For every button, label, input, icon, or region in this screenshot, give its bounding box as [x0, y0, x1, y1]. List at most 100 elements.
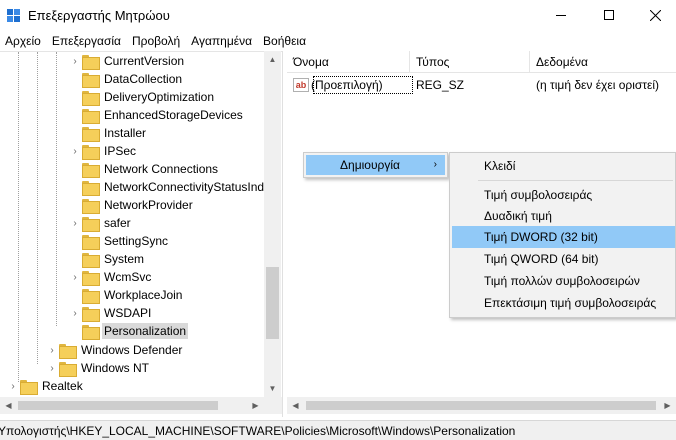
submenu-dword-value[interactable]: Τιμή DWORD (32 bit) — [452, 226, 675, 248]
folder-icon — [82, 198, 100, 214]
tree-guide — [18, 52, 19, 382]
column-type[interactable]: Τύπος — [410, 51, 530, 73]
registry-tree[interactable]: › CurrentVersion DataCollection Delivery… — [0, 51, 282, 417]
status-bar: Υπολογιστής\HKEY_LOCAL_MACHINE\SOFTWARE\… — [0, 420, 676, 440]
tree-item-label: safer — [104, 216, 131, 230]
folder-icon — [82, 216, 100, 232]
scroll-thumb[interactable] — [306, 401, 656, 410]
folder-icon — [82, 288, 100, 304]
value-name: (Προεπιλογή) — [311, 78, 383, 92]
chevron-right-icon[interactable]: › — [68, 142, 82, 160]
tree-item-windows-defender[interactable]: › Windows Defender — [45, 341, 184, 359]
tree-item-label: EnhancedStorageDevices — [104, 108, 243, 122]
tree-item-wcmsvc[interactable]: › WcmSvc — [68, 268, 153, 286]
list-horizontal-scrollbar[interactable]: ◀ ▶ — [287, 397, 676, 414]
menu-bar: Αρχείο Επεξεργασία Προβολή Αγαπημένα Βοή… — [0, 32, 676, 50]
submenu-label: Τιμή συμβολοσειράς — [484, 188, 593, 202]
tree-item-network-connections[interactable]: Network Connections — [68, 160, 220, 178]
tree-item-installer[interactable]: Installer — [68, 124, 148, 142]
close-icon — [649, 9, 661, 21]
tree-item-networkprovider[interactable]: NetworkProvider — [68, 196, 195, 214]
tree-item-label: Network Connections — [104, 162, 219, 176]
chevron-right-icon[interactable]: › — [68, 304, 82, 322]
list-item[interactable]: ab (Προεπιλογή) REG_SZ (η τιμή δεν έχει … — [287, 76, 676, 94]
submenu-expandable-string-value[interactable]: Επεκτάσιμη τιμή συμβολοσειράς — [452, 292, 675, 314]
folder-icon — [82, 144, 100, 160]
tree-vertical-scrollbar[interactable]: ▲ ▼ — [264, 51, 281, 397]
minimize-icon — [556, 14, 566, 16]
column-name[interactable]: Όνομα — [287, 51, 410, 73]
context-menu: Δημιουργία › — [303, 152, 448, 178]
close-button[interactable] — [632, 0, 676, 30]
tree-item-windows-nt[interactable]: › Windows NT — [45, 359, 151, 377]
scroll-left-icon[interactable]: ◀ — [287, 397, 304, 414]
scroll-right-icon[interactable]: ▶ — [247, 397, 264, 414]
tree-item-label: Personalization — [102, 323, 189, 339]
submenu-string-value[interactable]: Τιμή συμβολοσειράς — [452, 184, 675, 206]
tree-item-safer[interactable]: › safer — [68, 214, 133, 232]
submenu-key[interactable]: Κλειδί — [452, 155, 675, 177]
tree-item-datacollection[interactable]: DataCollection — [68, 70, 184, 88]
tree-item-label: NetworkProvider — [104, 198, 193, 212]
folder-icon — [20, 379, 38, 395]
scroll-thumb[interactable] — [266, 267, 279, 339]
tree-horizontal-scrollbar[interactable]: ◀ ▶ — [0, 397, 282, 414]
chevron-right-icon[interactable]: › — [45, 341, 59, 359]
tree-item-system[interactable]: System — [68, 250, 146, 268]
submenu-multi-string-value[interactable]: Τιμή πολλών συμβολοσειρών — [452, 270, 675, 292]
scroll-right-icon[interactable]: ▶ — [659, 397, 676, 414]
folder-icon — [82, 324, 100, 340]
folder-icon — [82, 234, 100, 250]
tree-item-realtek[interactable]: › Realtek — [6, 377, 85, 395]
chevron-right-icon[interactable]: › — [68, 214, 82, 232]
chevron-right-icon[interactable]: › — [68, 52, 82, 70]
maximize-button[interactable] — [586, 0, 632, 30]
context-menu-label: Δημιουργία — [340, 158, 400, 172]
tree-item-networkconnectivitystatus[interactable]: NetworkConnectivityStatusInd — [68, 178, 266, 196]
tree-guide — [56, 52, 57, 326]
menu-file[interactable]: Αρχείο — [0, 32, 47, 50]
menu-help[interactable]: Βοήθεια — [258, 32, 312, 50]
tree-item-settingsync[interactable]: SettingSync — [68, 232, 170, 250]
tree-item-currentversion[interactable]: › CurrentVersion — [68, 52, 186, 70]
title-bar: Επεξεργαστής Μητρώου — [0, 0, 676, 32]
tree-item-workplacejoin[interactable]: WorkplaceJoin — [68, 286, 184, 304]
scroll-down-icon[interactable]: ▼ — [264, 380, 281, 397]
scroll-left-icon[interactable]: ◀ — [0, 397, 17, 414]
tree-item-label: DataCollection — [104, 72, 183, 86]
submenu-binary-value[interactable]: Δυαδική τιμή — [452, 205, 675, 227]
menu-favorites[interactable]: Αγαπημένα — [186, 32, 258, 50]
tree-item-personalization[interactable]: Personalization — [68, 322, 189, 340]
folder-icon — [82, 126, 100, 142]
tree-item-label: System — [104, 252, 145, 266]
folder-icon — [82, 252, 100, 268]
submenu-label: Κλειδί — [484, 159, 516, 173]
chevron-right-icon[interactable]: › — [6, 377, 20, 395]
submenu-qword-value[interactable]: Τιμή QWORD (64 bit) — [452, 248, 675, 270]
tree-item-wsdapi[interactable]: › WSDAPI — [68, 304, 153, 322]
menu-edit[interactable]: Επεξεργασία — [47, 32, 127, 50]
scroll-thumb[interactable] — [18, 401, 218, 410]
scroll-up-icon[interactable]: ▲ — [264, 51, 281, 68]
folder-icon — [82, 90, 100, 106]
tree-item-label: IPSec — [104, 144, 137, 158]
string-value-icon: ab — [293, 78, 309, 92]
column-data[interactable]: Δεδομένα — [530, 51, 676, 73]
tree-item-label: Windows Defender — [81, 343, 183, 357]
tree-item-ipsec[interactable]: › IPSec — [68, 142, 138, 160]
folder-icon — [82, 162, 100, 178]
chevron-right-icon[interactable]: › — [45, 359, 59, 377]
tree-item-label: SettingSync — [104, 234, 169, 248]
menu-view[interactable]: Προβολή — [127, 32, 186, 50]
chevron-right-icon[interactable]: › — [68, 268, 82, 286]
tree-item-deliveryoptimization[interactable]: DeliveryOptimization — [68, 88, 216, 106]
tree-item-label: WSDAPI — [104, 306, 152, 320]
minimize-button[interactable] — [538, 0, 584, 30]
folder-icon — [82, 72, 100, 88]
tree-item-enhancedstoragedevices[interactable]: EnhancedStorageDevices — [68, 106, 245, 124]
submenu-label: Επεκτάσιμη τιμή συμβολοσειράς — [484, 296, 657, 310]
tree-item-label: Windows NT — [81, 361, 150, 375]
registry-editor-icon — [7, 9, 21, 23]
value-data: (η τιμή δεν έχει οριστεί) — [536, 78, 660, 92]
context-menu-new[interactable]: Δημιουργία › — [306, 155, 445, 175]
